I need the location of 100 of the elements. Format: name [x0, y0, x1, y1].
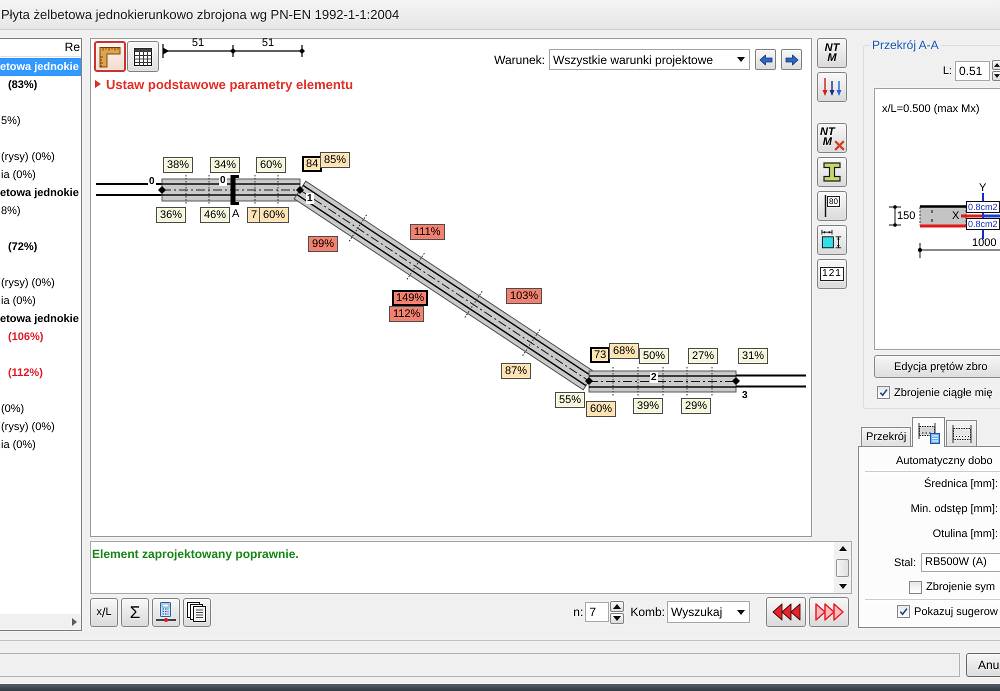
next-button[interactable]	[781, 49, 802, 70]
utilization-label: 38%	[163, 157, 194, 173]
tree-item[interactable]: 8%)	[0, 202, 81, 220]
pole-icon	[824, 195, 828, 217]
i-beam-icon	[821, 161, 843, 183]
tree-item[interactable]: (rysy) (0%)	[0, 148, 81, 166]
combination-label: Komb:	[630, 605, 665, 619]
utilization-label: 111%	[410, 224, 445, 240]
node-number: 0	[148, 176, 156, 187]
tab[interactable]: Przekrój	[861, 427, 912, 446]
numbering-button[interactable]: 121	[817, 259, 847, 289]
caret-icon	[737, 57, 745, 62]
spin-up-button[interactable]	[610, 600, 624, 612]
section-calculator-icon	[916, 422, 941, 444]
tree-item[interactable]: (112%)	[0, 364, 81, 382]
utilization-label: 99%	[308, 236, 338, 252]
horizontal-scrollbar[interactable]	[0, 614, 81, 630]
spin-up-button[interactable]	[992, 60, 1000, 70]
tree-item[interactable]: (0%)	[0, 400, 81, 418]
forces-button[interactable]: NT M	[817, 38, 847, 68]
parameters-link[interactable]: Ustaw podstawowe parametry elementu	[106, 76, 354, 92]
utilization-label: 103%	[506, 288, 542, 304]
utilization-label: 31%	[738, 348, 768, 364]
tick-icon	[879, 388, 888, 397]
dimension-label: 1000	[972, 237, 996, 249]
up-arrow-icon	[613, 604, 622, 608]
utilization-label: 36%	[156, 207, 186, 223]
count-field[interactable]: 7	[585, 602, 610, 622]
first-button[interactable]	[766, 597, 806, 627]
load-arrows-button[interactable]	[817, 72, 847, 102]
condition-dropdown[interactable]: Wszystkie warunki projektowe	[549, 49, 750, 70]
table-icon	[133, 46, 153, 66]
tab[interactable]	[912, 417, 946, 447]
utilization-label: 60%	[256, 157, 286, 173]
section-marker	[230, 175, 239, 205]
tree-item[interactable]: (83%)	[0, 76, 81, 94]
scrollbar-thumb[interactable]	[836, 558, 849, 576]
column-header[interactable]: Re	[0, 39, 81, 57]
pages-icon	[186, 601, 208, 623]
dimension-label: 150	[897, 210, 916, 222]
tab[interactable]	[946, 420, 978, 446]
square-dimensions-icon	[821, 229, 843, 251]
position-label: L:	[942, 64, 952, 76]
last-button[interactable]	[809, 597, 849, 627]
cancel-button[interactable]: Anu	[966, 653, 1000, 677]
utilization-label: 39%	[633, 398, 664, 414]
utilization-label: 60%	[259, 207, 290, 223]
axis-label: Y	[979, 182, 986, 194]
node-number: 1	[306, 193, 314, 204]
table-view-button[interactable]	[127, 41, 159, 72]
tree-item[interactable]: (rysy) (0%)	[0, 274, 81, 292]
utilization-label: 84	[302, 156, 322, 172]
combination-dropdown[interactable]: Wyszukaj	[667, 601, 750, 623]
dimensions-button[interactable]	[817, 225, 847, 255]
utilization-label: 149%	[392, 290, 428, 306]
calculator-button[interactable]	[152, 598, 180, 626]
group-heading: Automatyczny dobo	[896, 455, 993, 467]
x-axis	[961, 214, 1000, 218]
vertical-scrollbar[interactable]	[834, 542, 851, 593]
field-label: Min. odstęp [mm]:	[910, 503, 998, 515]
hide-forces-button[interactable]: NT M	[817, 123, 847, 153]
profile-button[interactable]	[817, 157, 847, 187]
steel-field[interactable]: RB500W (A)	[921, 553, 1000, 572]
checkbox[interactable]	[909, 580, 922, 594]
tree-item[interactable]: ia (0%)	[0, 436, 81, 454]
checkbox[interactable]	[877, 386, 890, 399]
sum-button[interactable]: Σ	[121, 598, 149, 626]
checkbox-label[interactable]: Zbrojenie ciągłe mię	[894, 386, 992, 398]
tree-item[interactable]: ia (0%)	[0, 166, 81, 184]
rebar-label: 0.8cm2	[966, 201, 1000, 213]
field-label: Otulina [mm]:	[932, 528, 998, 540]
section-dots-icon	[950, 424, 973, 444]
tree-item[interactable]: etowa jednokie	[0, 310, 81, 328]
utilization-label: 73	[590, 347, 610, 363]
tree-item[interactable]: (rysy) (0%)	[0, 418, 81, 436]
tree-item[interactable]: etowa jednokie	[0, 184, 81, 202]
utilization-label: 60%	[586, 401, 616, 417]
tree-item[interactable]: (72%)	[0, 238, 81, 256]
down-arrow-icon	[994, 74, 1000, 78]
right-arrow-icon	[784, 54, 798, 66]
geometry-view-button[interactable]	[94, 41, 126, 72]
checkbox[interactable]	[897, 605, 910, 618]
label-flag-button[interactable]: 80	[817, 191, 847, 221]
checkbox-label[interactable]: Zbrojenie sym	[926, 581, 996, 593]
checkbox-label[interactable]: Pokazuj sugerow	[914, 606, 998, 618]
tree-item[interactable]: (106%)	[0, 328, 81, 346]
triple-left-arrows-icon	[772, 603, 800, 621]
position-field[interactable]: 0.51	[955, 60, 990, 80]
node-number: 3	[741, 390, 749, 401]
tree-item[interactable]: ia (0%)	[0, 292, 81, 310]
calculator-icon	[155, 601, 177, 623]
spin-down-button[interactable]	[992, 71, 1000, 81]
pages-button[interactable]	[183, 598, 211, 626]
utilization-label: 55%	[555, 392, 586, 408]
previous-button[interactable]	[755, 49, 776, 70]
edit-rebars-button[interactable]: Edycja prętów zbro	[874, 355, 1000, 378]
utilization-label: 87%	[501, 363, 532, 379]
spin-down-button[interactable]	[610, 612, 624, 624]
tree-item[interactable]: 5%)	[0, 112, 81, 130]
dimension-label: 51	[262, 37, 274, 49]
